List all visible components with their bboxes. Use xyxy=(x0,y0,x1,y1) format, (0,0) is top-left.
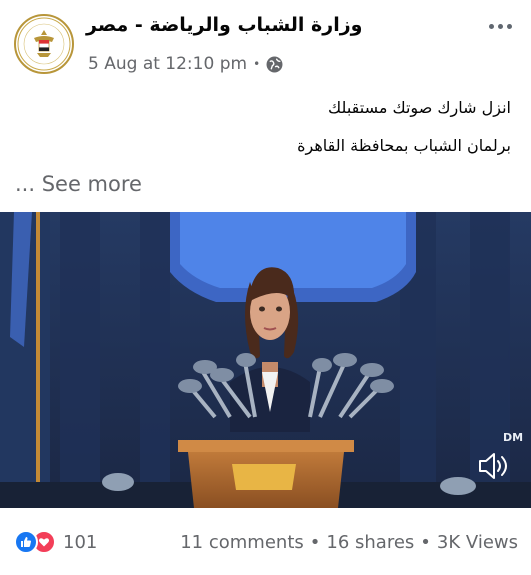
post-meta: 5 Aug at 12:10 pm • xyxy=(88,54,283,74)
page-name[interactable]: وزارة الشباب والرياضة - مصر xyxy=(86,14,362,36)
ministry-logo xyxy=(17,17,71,71)
reactions-summary[interactable]: 101 xyxy=(14,530,97,554)
engagement-stats: 11 comments • 16 shares • 3K Views xyxy=(180,532,518,553)
speaker-icon[interactable] xyxy=(476,449,510,483)
video-frame xyxy=(0,212,531,508)
post-text: انزل شارك صوتك مستقبلك برلمان الشباب بمح… xyxy=(31,98,511,174)
shares-count[interactable]: 16 shares xyxy=(326,532,414,553)
post-text-line: انزل شارك صوتك مستقبلك xyxy=(328,98,511,117)
post-header: وزارة الشباب والرياضة - مصر 5 Aug at 12:… xyxy=(0,0,531,90)
see-more-link[interactable]: ... See more xyxy=(15,172,142,196)
like-icon xyxy=(14,530,38,554)
stats-separator: • xyxy=(309,532,321,553)
video-watermark: DM xyxy=(503,431,524,444)
meta-separator: • xyxy=(253,57,261,71)
stats-separator: • xyxy=(420,532,431,553)
comments-count[interactable]: 11 comments xyxy=(180,532,304,553)
globe-icon[interactable] xyxy=(266,56,283,73)
reaction-count: 101 xyxy=(63,531,98,553)
page-avatar[interactable] xyxy=(14,14,74,74)
post-footer: 101 11 comments • 16 shares • 3K Views xyxy=(0,520,531,566)
video-player[interactable]: DM xyxy=(0,212,531,508)
post-text-line: برلمان الشباب بمحافظة القاهرة xyxy=(297,136,511,155)
post-timestamp[interactable]: 5 Aug at 12:10 pm xyxy=(88,54,247,74)
views-count: 3K Views xyxy=(436,532,518,553)
more-options-icon[interactable] xyxy=(485,16,515,36)
